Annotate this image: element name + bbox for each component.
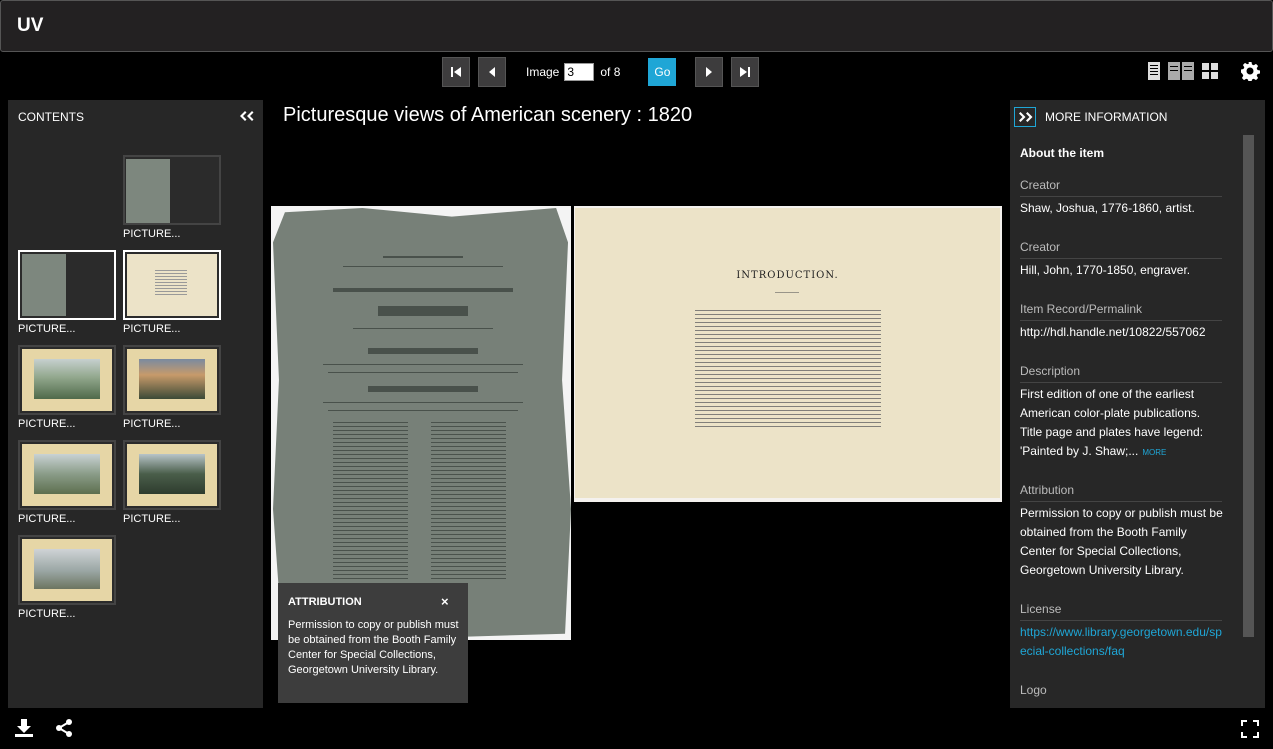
description-value: First edition of one of the earliest Ame… bbox=[1020, 385, 1225, 462]
fullscreen-icon bbox=[1241, 720, 1259, 738]
logo-label: Logo bbox=[1020, 683, 1047, 697]
creator-value: Hill, John, 1770-1850, engraver. bbox=[1020, 263, 1191, 277]
gear-icon bbox=[1241, 62, 1260, 81]
first-page-icon bbox=[451, 67, 461, 77]
description-text: First edition of one of the earliest Ame… bbox=[1020, 387, 1204, 458]
fullscreen-button[interactable] bbox=[1240, 719, 1260, 739]
contents-panel: CONTENTS PICTURE... PICTURE... PICTURE..… bbox=[8, 100, 263, 708]
more-information-title: MORE INFORMATION bbox=[1045, 110, 1168, 124]
thumbnail-label: PICTURE... bbox=[18, 608, 76, 620]
thumbnail-label: PICTURE... bbox=[123, 418, 181, 430]
pager: Image of 8 Go bbox=[442, 57, 760, 87]
more-information-panel: MORE INFORMATION About the item Creator … bbox=[1010, 100, 1265, 708]
previous-page-button[interactable] bbox=[478, 57, 506, 87]
more-link[interactable]: MORE bbox=[1142, 448, 1166, 457]
page-number-input[interactable] bbox=[564, 63, 595, 81]
thumbnail-6[interactable] bbox=[18, 440, 116, 510]
thumbnail-4[interactable] bbox=[18, 345, 116, 415]
thumbnail-7[interactable] bbox=[123, 440, 221, 510]
contents-title: CONTENTS bbox=[18, 110, 84, 124]
thumbnail-image bbox=[22, 539, 112, 601]
page-count-label: of 8 bbox=[600, 65, 621, 79]
thumbnail-label: PICTURE... bbox=[18, 513, 76, 525]
attribution-text: Permission to copy or publish must be ob… bbox=[288, 619, 459, 676]
header-bar: UV bbox=[0, 0, 1273, 52]
creator-label: Creator bbox=[1020, 240, 1222, 259]
panel-scrollbar[interactable] bbox=[1243, 135, 1254, 637]
thumbnail-label: PICTURE... bbox=[123, 513, 181, 525]
collapse-left-panel-button[interactable] bbox=[238, 109, 254, 123]
thumbnail-label: PICTURE... bbox=[123, 228, 181, 240]
thumbnail-image bbox=[127, 254, 217, 316]
about-heading: About the item bbox=[1020, 146, 1104, 160]
attribution-value: Permission to copy or publish must be ob… bbox=[1020, 506, 1223, 577]
double-chevron-right-icon bbox=[1019, 112, 1033, 122]
two-up-view-icon[interactable] bbox=[1168, 62, 1194, 80]
go-button[interactable]: Go bbox=[648, 58, 677, 86]
attribution-title: ATTRIBUTION bbox=[288, 596, 362, 608]
thumbnail-label: PICTURE... bbox=[123, 323, 181, 335]
thumbnail-1[interactable] bbox=[123, 155, 221, 225]
chevron-left-icon bbox=[489, 67, 495, 77]
permalink-value: http://hdl.handle.net/10822/557062 bbox=[1020, 325, 1206, 339]
last-page-icon bbox=[740, 67, 751, 77]
share-icon[interactable] bbox=[54, 718, 74, 738]
thumbnail-2[interactable] bbox=[18, 250, 116, 320]
double-chevron-left-icon bbox=[240, 111, 254, 121]
page-image-left[interactable] bbox=[271, 206, 571, 640]
first-page-button[interactable] bbox=[442, 57, 470, 87]
thumbnail-image bbox=[22, 349, 112, 411]
permalink-label: Item Record/Permalink bbox=[1020, 302, 1222, 321]
thumbnail-image bbox=[126, 159, 170, 223]
license-label: License bbox=[1020, 602, 1222, 621]
page-image-right[interactable]: INTRODUCTION. bbox=[574, 206, 1002, 502]
attribution-label: Attribution bbox=[1020, 483, 1222, 502]
download-icon[interactable] bbox=[14, 718, 34, 738]
thumbnail-3[interactable] bbox=[123, 250, 221, 320]
one-up-view-icon[interactable] bbox=[1148, 62, 1160, 80]
thumbnail-5[interactable] bbox=[123, 345, 221, 415]
next-page-button[interactable] bbox=[695, 57, 724, 87]
gallery-view-icon[interactable] bbox=[1202, 63, 1218, 79]
thumbnail-8[interactable] bbox=[18, 535, 116, 605]
page-scan-booklist bbox=[273, 208, 571, 638]
description-label: Description bbox=[1020, 364, 1222, 383]
chevron-right-icon bbox=[706, 67, 713, 77]
creator-value: Shaw, Joshua, 1776-1860, artist. bbox=[1020, 201, 1195, 215]
thumbnail-image bbox=[127, 444, 217, 506]
image-label: Image bbox=[526, 65, 560, 79]
thumbnail-image bbox=[22, 254, 66, 316]
footer-toolbar bbox=[14, 718, 74, 738]
introduction-heading: INTRODUCTION. bbox=[736, 270, 839, 281]
item-title: Picturesque views of American scenery : … bbox=[283, 104, 693, 126]
last-page-button[interactable] bbox=[731, 57, 760, 87]
creator-label: Creator bbox=[1020, 178, 1222, 197]
view-mode-toolbar bbox=[1148, 62, 1218, 80]
settings-button[interactable] bbox=[1240, 61, 1260, 81]
thumbnail-label: PICTURE... bbox=[18, 323, 76, 335]
collapse-right-panel-button[interactable] bbox=[1014, 107, 1036, 127]
page-scan-introduction: INTRODUCTION. bbox=[575, 208, 1000, 498]
thumbnail-image bbox=[127, 349, 217, 411]
license-link[interactable]: https://www.library.georgetown.edu/speci… bbox=[1020, 623, 1225, 661]
close-icon[interactable]: × bbox=[441, 594, 449, 609]
attribution-dialog: ATTRIBUTION × Permission to copy or publ… bbox=[278, 583, 468, 703]
app-logo: UV bbox=[17, 15, 44, 36]
thumbnail-image bbox=[22, 444, 112, 506]
thumbnail-label: PICTURE... bbox=[18, 418, 76, 430]
